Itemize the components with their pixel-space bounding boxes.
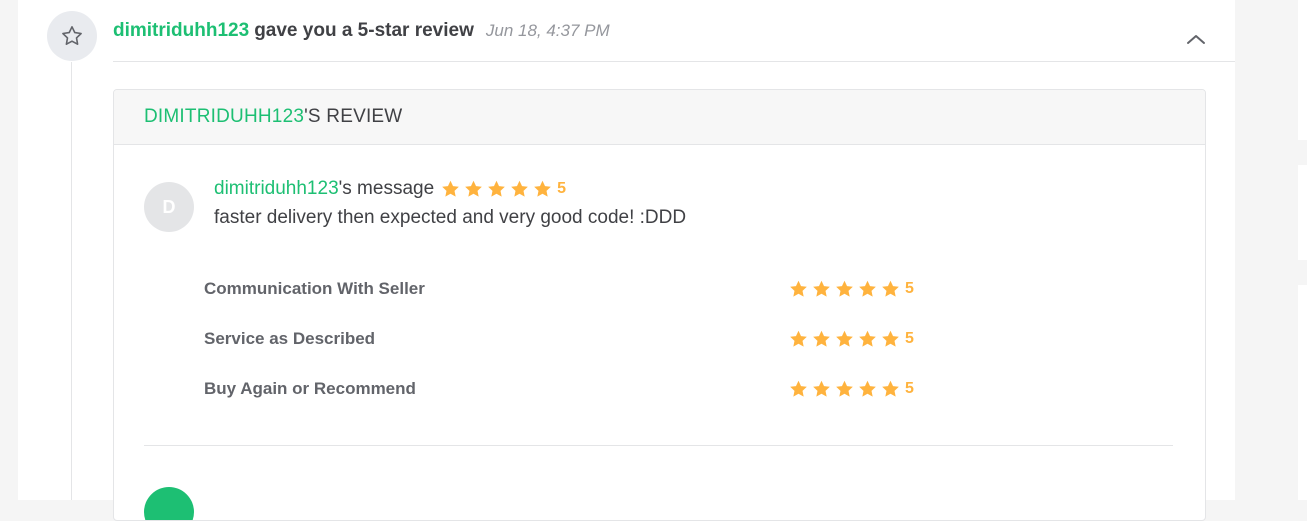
right-rail-card (1298, 0, 1307, 140)
event-description: gave you a 5-star review (254, 20, 474, 41)
right-rail-card (1298, 165, 1307, 260)
rating-stars (788, 379, 903, 400)
star-icon (465, 180, 482, 197)
star-icon (534, 180, 551, 197)
rating-row-communication: Communication With Seller 5 (204, 277, 924, 301)
rating-stars (788, 279, 903, 300)
avatar[interactable]: D (144, 182, 194, 232)
rating-row-recommend: Buy Again or Recommend 5 (204, 377, 924, 401)
message-author-link[interactable]: dimitriduhh123 (214, 178, 339, 200)
star-icon (859, 280, 876, 297)
timeline-line (71, 62, 72, 500)
star-icon (813, 380, 830, 397)
star-icon (488, 180, 505, 197)
chevron-up-icon (1187, 35, 1205, 44)
event-timestamp: Jun 18, 4:37 PM (485, 21, 610, 40)
star-icon (836, 330, 853, 347)
collapse-button[interactable] (1184, 27, 1208, 51)
star-icon (882, 380, 899, 397)
rating-value: 5 (905, 380, 914, 397)
right-rail-card (1298, 285, 1307, 500)
overall-rating-value: 5 (557, 180, 567, 197)
review-card-title: DIMITRIDUHH123 'S REVIEW (114, 90, 1205, 145)
event-icon (47, 11, 97, 61)
star-icon (790, 280, 807, 297)
star-icon (882, 330, 899, 347)
review-title-name[interactable]: DIMITRIDUHH123 (144, 106, 304, 128)
rating-label: Communication With Seller (204, 279, 425, 298)
star-icon (813, 280, 830, 297)
rating-row-service: Service as Described 5 (204, 327, 924, 351)
overall-rating-stars (440, 179, 555, 200)
star-icon (442, 180, 459, 197)
event-header: dimitriduhh123 gave you a 5-star review … (113, 20, 610, 48)
rating-label: Buy Again or Recommend (204, 379, 416, 398)
star-icon (836, 280, 853, 297)
username-link[interactable]: dimitriduhh123 (113, 20, 249, 42)
seller-avatar[interactable] (144, 487, 194, 520)
star-icon (511, 180, 528, 197)
card-divider (144, 445, 1173, 446)
message-label: 's message (338, 178, 435, 199)
header-divider (113, 61, 1235, 62)
star-icon (882, 280, 899, 297)
rating-stars (788, 329, 903, 350)
message-heading: dimitriduhh123's message 5 (214, 177, 566, 201)
star-icon (859, 380, 876, 397)
avatar-initial: D (162, 196, 176, 217)
star-icon (859, 330, 876, 347)
star-icon (836, 380, 853, 397)
rating-value: 5 (905, 330, 914, 347)
star-icon (790, 330, 807, 347)
star-icon (813, 330, 830, 347)
review-text: faster delivery then expected and very g… (214, 207, 687, 228)
star-outline-icon (62, 26, 82, 45)
rating-value: 5 (905, 280, 914, 297)
review-title-suffix: 'S REVIEW (304, 106, 403, 127)
review-card: DIMITRIDUHH123 'S REVIEW D dimitriduhh123… (113, 89, 1206, 521)
star-icon (790, 380, 807, 397)
rating-label: Service as Described (204, 329, 376, 348)
